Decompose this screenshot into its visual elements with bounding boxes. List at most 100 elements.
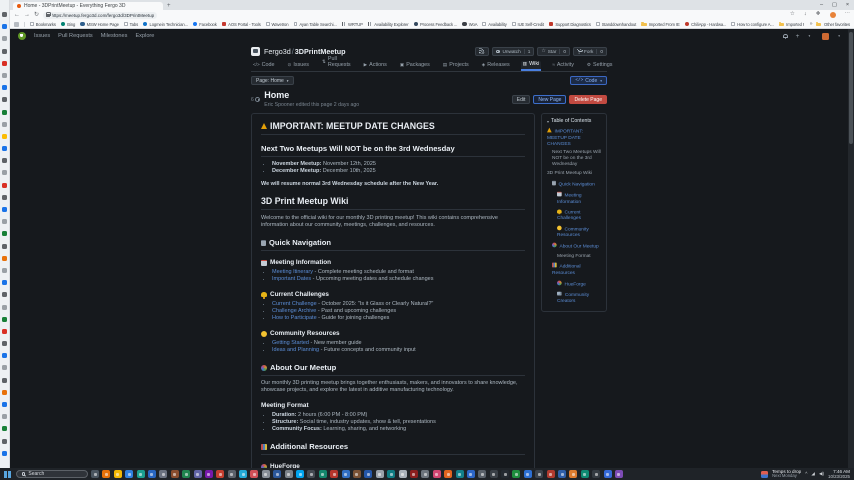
vertical-tab-favicon[interactable]	[2, 24, 7, 29]
tab-wiki[interactable]: ▥Wiki	[521, 61, 542, 71]
taskbar-app-icon[interactable]	[615, 470, 623, 478]
taskbar-app-icon[interactable]	[581, 470, 589, 478]
vertical-tab-favicon[interactable]	[2, 329, 7, 334]
bookmark-item[interactable]: Bookmarks	[30, 22, 56, 27]
vertical-tab-strip[interactable]	[0, 0, 10, 468]
create-new-button[interactable]: +	[796, 33, 800, 40]
scrollbar-thumb[interactable]	[849, 32, 853, 144]
bookmark-item[interactable]: ChiliApp - Hardwa...	[685, 22, 727, 27]
taskbar-app-icon[interactable]	[410, 470, 418, 478]
taskbar-app-icon[interactable]	[307, 470, 315, 478]
bookmark-item[interactable]: Support Diagnostics	[549, 22, 591, 27]
star-count[interactable]: 0	[559, 49, 566, 54]
vertical-tab-favicon[interactable]	[2, 122, 7, 127]
taskbar-app-icon[interactable]	[125, 470, 133, 478]
repo-name-link[interactable]: 3DPrintMeetup	[295, 47, 346, 56]
bookmark-item[interactable]: Imported From IE	[641, 22, 679, 27]
taskbar-app-icon[interactable]	[194, 470, 202, 478]
vertical-tab-favicon[interactable]	[2, 49, 7, 54]
taskbar-app-icon[interactable]	[569, 470, 577, 478]
taskbar-app-icon[interactable]	[535, 470, 543, 478]
taskbar-app-icon[interactable]	[604, 470, 612, 478]
tab-activity[interactable]: ≈Activity	[550, 62, 576, 71]
watch-count[interactable]: 1	[524, 49, 531, 54]
vertical-tab-favicon[interactable]	[2, 61, 7, 66]
edit-button[interactable]: Edit	[512, 95, 531, 104]
taskbar-app-icon[interactable]	[478, 470, 486, 478]
fork-button[interactable]: Fork 0	[573, 47, 607, 56]
taskbar-app-icon[interactable]	[547, 470, 555, 478]
tab-packages[interactable]: ▣Packages	[398, 62, 432, 71]
nav-pull-requests[interactable]: Pull Requests	[58, 33, 93, 39]
bookmark-item[interactable]: WoA	[462, 22, 477, 27]
vertical-tab-favicon[interactable]	[2, 158, 7, 163]
taskbar-app-icon[interactable]	[330, 470, 338, 478]
taskbar-app-icon[interactable]	[364, 470, 372, 478]
page-selector-dropdown[interactable]: Page: Home ▾	[251, 76, 294, 85]
forward-icon[interactable]: →	[24, 12, 30, 18]
overflow-chevron-icon[interactable]: »	[810, 21, 813, 27]
address-bar[interactable]: https://meetup.fergo3d.com/fergo3d/3DPri…	[43, 12, 157, 19]
content-link[interactable]: How to Participate	[272, 315, 317, 321]
toc-header[interactable]: ▾ Table of Contents	[547, 118, 601, 124]
back-icon[interactable]: ←	[14, 12, 20, 18]
bookmark-item[interactable]: Availability Explorer	[368, 22, 409, 27]
vertical-tab-favicon[interactable]	[2, 451, 7, 456]
vertical-tab-favicon[interactable]	[2, 280, 7, 285]
network-icon[interactable]: ◢	[811, 472, 815, 477]
taskbar-app-icon[interactable]	[171, 470, 179, 478]
taskbar-app-icon[interactable]	[216, 470, 224, 478]
vertical-tab-favicon[interactable]	[2, 134, 7, 139]
nav-issues[interactable]: Issues	[34, 33, 50, 39]
bookmark-item[interactable]: Wavetron	[266, 22, 289, 27]
taskbar-app-icon[interactable]	[114, 470, 122, 478]
bookmark-item[interactable]: MSW Home Page	[80, 22, 119, 27]
toc-item[interactable]: Community Resources	[547, 225, 601, 240]
repo-owner-link[interactable]: Fergo3d	[264, 47, 291, 56]
toc-item[interactable]: HueForge	[547, 280, 601, 289]
vertical-tab-favicon[interactable]	[2, 414, 7, 419]
toc-item[interactable]: Next Two Meetups Will NOT be on the 3rd …	[547, 150, 601, 168]
vertical-tab-favicon[interactable]	[2, 439, 7, 444]
bookmark-item[interactable]: Availability	[482, 22, 506, 27]
vertical-tab-favicon[interactable]	[2, 244, 7, 249]
content-link[interactable]: Challenge Archive	[272, 308, 316, 314]
browser-tab[interactable]: Home - 3DPrintMeetup - Everything Fergo …	[13, 2, 163, 10]
content-link[interactable]: Meeting Itinerary	[272, 269, 313, 275]
nav-explore[interactable]: Explore	[135, 33, 154, 39]
taskbar-app-icon[interactable]	[342, 470, 350, 478]
volume-icon[interactable]: ◀)	[819, 472, 824, 477]
taskbar-app-icon[interactable]	[250, 470, 258, 478]
toc-item[interactable]: Meeting Format	[547, 254, 601, 260]
bookmark-item[interactable]: Process Feedback ...	[414, 22, 458, 27]
taskbar-app-icon[interactable]	[501, 470, 509, 478]
vertical-tab-favicon[interactable]	[2, 97, 7, 102]
new-tab-button[interactable]: +	[167, 3, 171, 9]
vertical-tab-favicon[interactable]	[2, 146, 7, 151]
content-link[interactable]: Current Challenge	[272, 301, 317, 307]
scrollbar[interactable]	[848, 29, 854, 468]
bookmark-item[interactable]: AOS Portal - Tools	[222, 22, 261, 27]
content-link[interactable]: Getting Started	[272, 340, 309, 346]
vertical-tab-favicon[interactable]	[2, 365, 7, 370]
taskbar-app-icon[interactable]	[387, 470, 395, 478]
tab-pull-requests[interactable]: ⇅Pull Requests	[320, 56, 353, 71]
bookmark-item[interactable]: IUE Self-Credit	[512, 22, 544, 27]
browser-menu-icon[interactable]: ⋯	[845, 12, 851, 18]
refresh-icon[interactable]: ↻	[34, 12, 39, 18]
tab-actions[interactable]: ▶Actions	[362, 62, 389, 71]
vertical-tab-favicon[interactable]	[2, 219, 7, 224]
taskbar-app-icon[interactable]	[524, 470, 532, 478]
hidden-icons-chevron[interactable]: ^	[805, 472, 807, 477]
vertical-tab-favicon[interactable]	[2, 305, 7, 310]
taskbar-app-icon[interactable]	[159, 470, 167, 478]
tab-settings[interactable]: ⚙Settings	[585, 62, 615, 71]
vertical-tab-favicon[interactable]	[2, 85, 7, 90]
taskbar-app-icon[interactable]	[137, 470, 145, 478]
taskbar-app-icon[interactable]	[592, 470, 600, 478]
taskbar-app-icon[interactable]	[399, 470, 407, 478]
vertical-tab-favicon[interactable]	[2, 426, 7, 431]
tab-projects[interactable]: ▤Projects	[441, 62, 471, 71]
toc-item[interactable]: Current Challenges	[547, 209, 601, 223]
bookmark-item[interactable]: Facebook	[193, 22, 217, 27]
